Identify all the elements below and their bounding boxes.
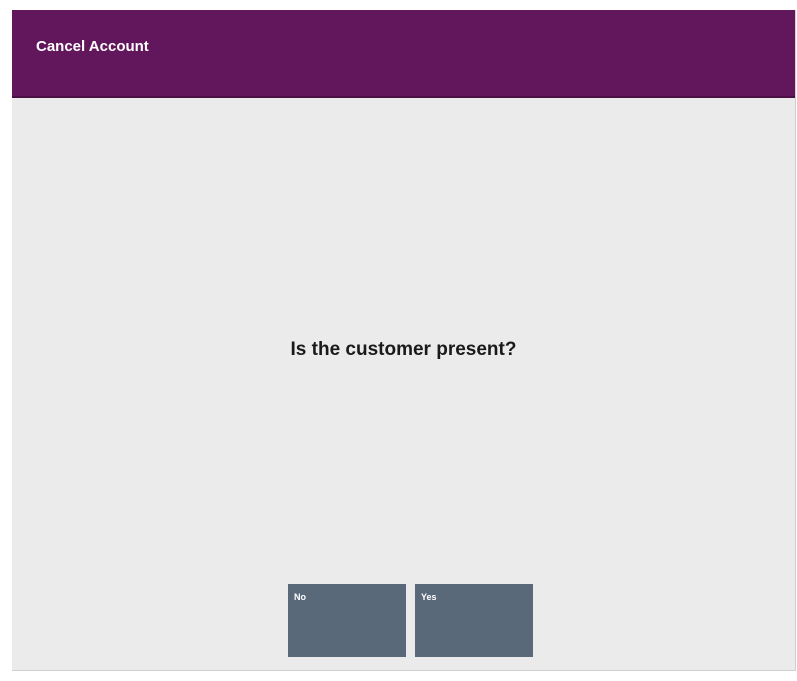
no-button[interactable]: No [288,584,406,657]
yes-button-label: Yes [421,592,437,602]
title-bar: Cancel Account [12,10,795,98]
no-button-label: No [294,592,306,602]
dialog-window: Cancel Account Is the customer present? … [12,10,796,671]
prompt-text: Is the customer present? [290,339,517,360]
button-row: No Yes [288,584,533,657]
page-title: Cancel Account [36,38,149,55]
yes-button[interactable]: Yes [415,584,533,657]
